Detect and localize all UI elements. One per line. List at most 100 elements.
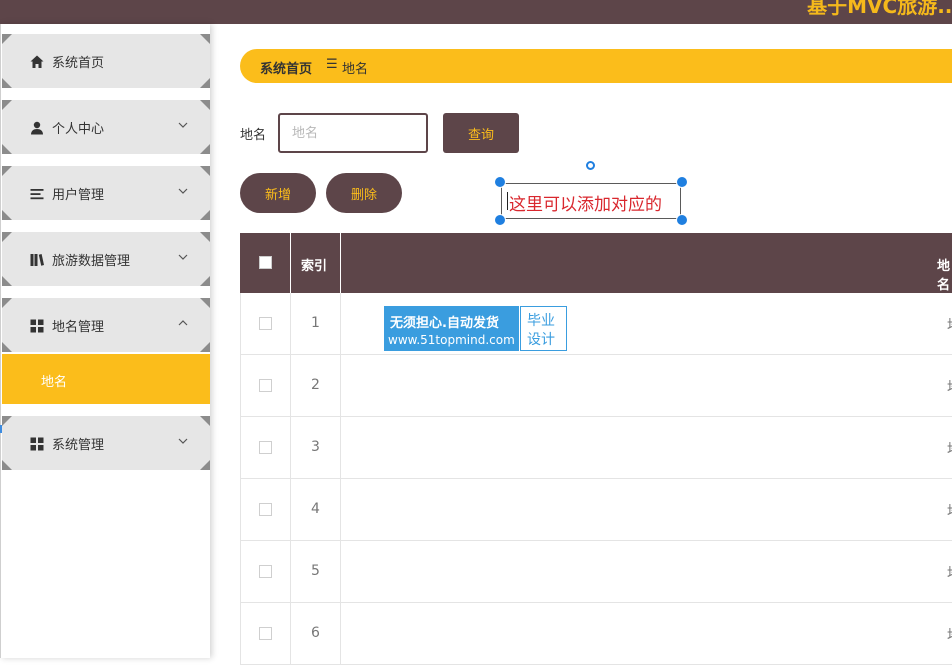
scroll-marker (0, 425, 2, 433)
table-header: 索引 地名 (240, 233, 952, 293)
watermark-right-line1: 毕业 (527, 313, 555, 329)
row-border (240, 541, 241, 603)
row-index: 6 (311, 625, 320, 641)
row-checkbox[interactable] (259, 379, 272, 392)
app-title: 基于MVC旅游... (807, 0, 952, 18)
resize-handle-top-left[interactable] (494, 176, 506, 188)
row-name: 地 (947, 377, 952, 397)
breadcrumb-current: 地名 (342, 62, 369, 77)
row-checkbox[interactable] (259, 565, 272, 578)
row-border (290, 479, 291, 541)
sidebar-item-label: 个人中心 (52, 122, 105, 137)
row-border (240, 355, 241, 417)
sidebar-item-user-management[interactable]: 用户管理 (2, 166, 210, 220)
watermark-right-line2: 设计 (527, 332, 555, 348)
sidebar-item-personal-center[interactable]: 个人中心 (2, 100, 210, 154)
sidebar-item-label: 旅游数据管理 (52, 254, 131, 269)
delete-button[interactable]: 删除 (326, 173, 402, 213)
row-border (290, 417, 291, 479)
row-border (340, 479, 341, 541)
row-border (240, 293, 241, 355)
chevron-down-icon (178, 438, 188, 444)
home-icon (30, 55, 44, 68)
row-index: 2 (311, 377, 320, 393)
chevron-down-icon (178, 188, 188, 194)
list-icon (30, 189, 44, 200)
row-border (340, 603, 341, 665)
sidebar-subitem-label: 地名 (41, 375, 68, 390)
table-row[interactable]: 2 地 (240, 355, 952, 417)
resize-handle-bottom-right[interactable] (676, 214, 688, 226)
header-index: 索引 (301, 259, 328, 274)
resize-handle-top-right[interactable] (676, 176, 688, 188)
sidebar-item-label: 系统管理 (52, 438, 105, 453)
sidebar-subitem-place[interactable]: 地名 (2, 354, 210, 404)
sidebar-item-travel-data[interactable]: 旅游数据管理 (2, 232, 210, 286)
sidebar-item-home[interactable]: 系统首页 (2, 34, 210, 88)
row-name: 地 (947, 625, 952, 645)
top-bar: 基于MVC旅游... (0, 0, 952, 24)
table-row[interactable]: 3 地 (240, 417, 952, 479)
watermark-right: 毕业 设计 (520, 306, 567, 351)
rotate-handle[interactable] (586, 161, 595, 170)
row-border (240, 603, 241, 665)
watermark-line1: 无须担心.自动发货 (390, 316, 499, 331)
row-border (290, 541, 291, 603)
search-button[interactable]: 查询 (443, 113, 519, 153)
table-row[interactable]: 1 地 (240, 293, 952, 355)
add-button[interactable]: 新增 (240, 173, 316, 213)
row-border (290, 355, 291, 417)
row-name: 地 (947, 501, 952, 521)
header-name: 地名 (937, 259, 951, 293)
books-icon (30, 254, 44, 266)
sidebar-item-label: 系统首页 (52, 56, 105, 71)
row-checkbox[interactable] (259, 441, 272, 454)
row-name: 地 (947, 315, 952, 335)
row-border (290, 293, 291, 355)
row-checkbox[interactable] (259, 627, 272, 640)
sidebar-item-label: 地名管理 (52, 320, 105, 335)
row-checkbox[interactable] (259, 317, 272, 330)
data-table: 索引 地名 1 地 2 地 3 地 4 地 5 (240, 233, 952, 665)
annotation-textbox[interactable]: 这里可以添加对应的 (494, 176, 688, 226)
row-checkbox[interactable] (259, 503, 272, 516)
header-divider (290, 233, 291, 293)
chevron-down-icon (178, 254, 188, 260)
annotation-text[interactable]: 这里可以添加对应的 (509, 190, 662, 215)
grid-icon (30, 437, 44, 451)
row-name: 地 (947, 439, 952, 459)
watermark-badge: 无须担心.自动发货 www.51topmind.com 毕业 设计 (383, 305, 568, 352)
row-border (340, 417, 341, 479)
chevron-down-icon (178, 122, 188, 128)
row-name: 地 (947, 563, 952, 583)
resize-handle-bottom-left[interactable] (494, 214, 506, 226)
breadcrumb-separator-icon: ☰ (326, 57, 338, 72)
row-index: 5 (311, 563, 320, 579)
breadcrumb: 系统首页 ☰ 地名 (240, 49, 952, 83)
user-icon (31, 121, 43, 135)
sidebar-item-system-management[interactable]: 系统管理 (2, 416, 210, 470)
row-index: 1 (311, 315, 320, 331)
watermark-left: 无须担心.自动发货 www.51topmind.com (384, 306, 519, 351)
row-border (290, 603, 291, 665)
row-border (240, 417, 241, 479)
watermark-line2: www.51topmind.com (388, 333, 515, 347)
table-row[interactable]: 6 地 (240, 603, 952, 665)
sidebar: 系统首页 个人中心 用户管理 旅游数据管理 地名管理 地名 系统管理 (0, 24, 210, 658)
search-label: 地名 (240, 128, 267, 143)
table-row[interactable]: 4 地 (240, 479, 952, 541)
breadcrumb-home[interactable]: 系统首页 (260, 58, 312, 77)
row-index: 3 (311, 439, 320, 455)
select-all-checkbox[interactable] (259, 256, 272, 269)
search-input[interactable] (278, 113, 428, 153)
table-row[interactable]: 5 地 (240, 541, 952, 603)
sidebar-item-label: 用户管理 (52, 188, 105, 203)
row-border (340, 293, 341, 355)
row-border (340, 355, 341, 417)
grid-icon (30, 319, 44, 333)
header-divider (340, 233, 341, 293)
sidebar-item-place-management[interactable]: 地名管理 (2, 298, 210, 352)
row-border (240, 479, 241, 541)
text-cursor (507, 192, 508, 210)
row-border (340, 541, 341, 603)
